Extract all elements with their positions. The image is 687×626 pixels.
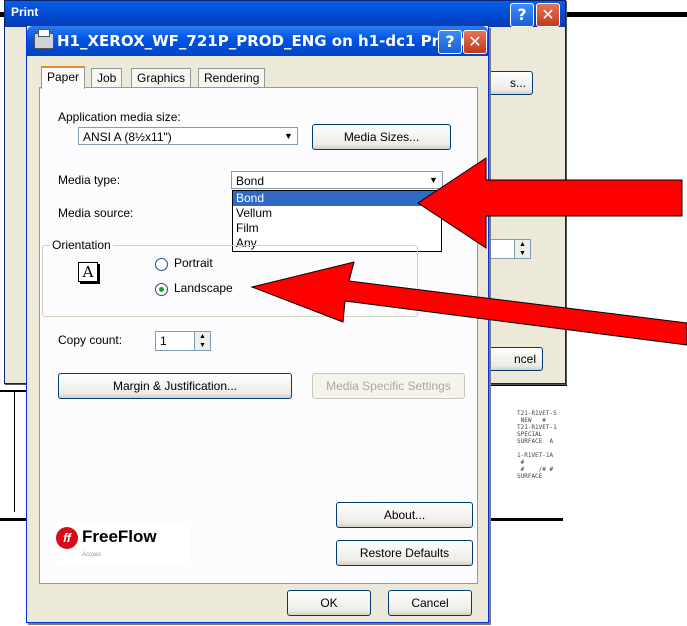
arrow-to-bond-option — [417, 157, 683, 249]
tab-paper[interactable]: Paper — [41, 66, 86, 89]
arrow-to-landscape-option — [250, 261, 687, 346]
annotation-arrow-media-type — [250, 157, 687, 346]
